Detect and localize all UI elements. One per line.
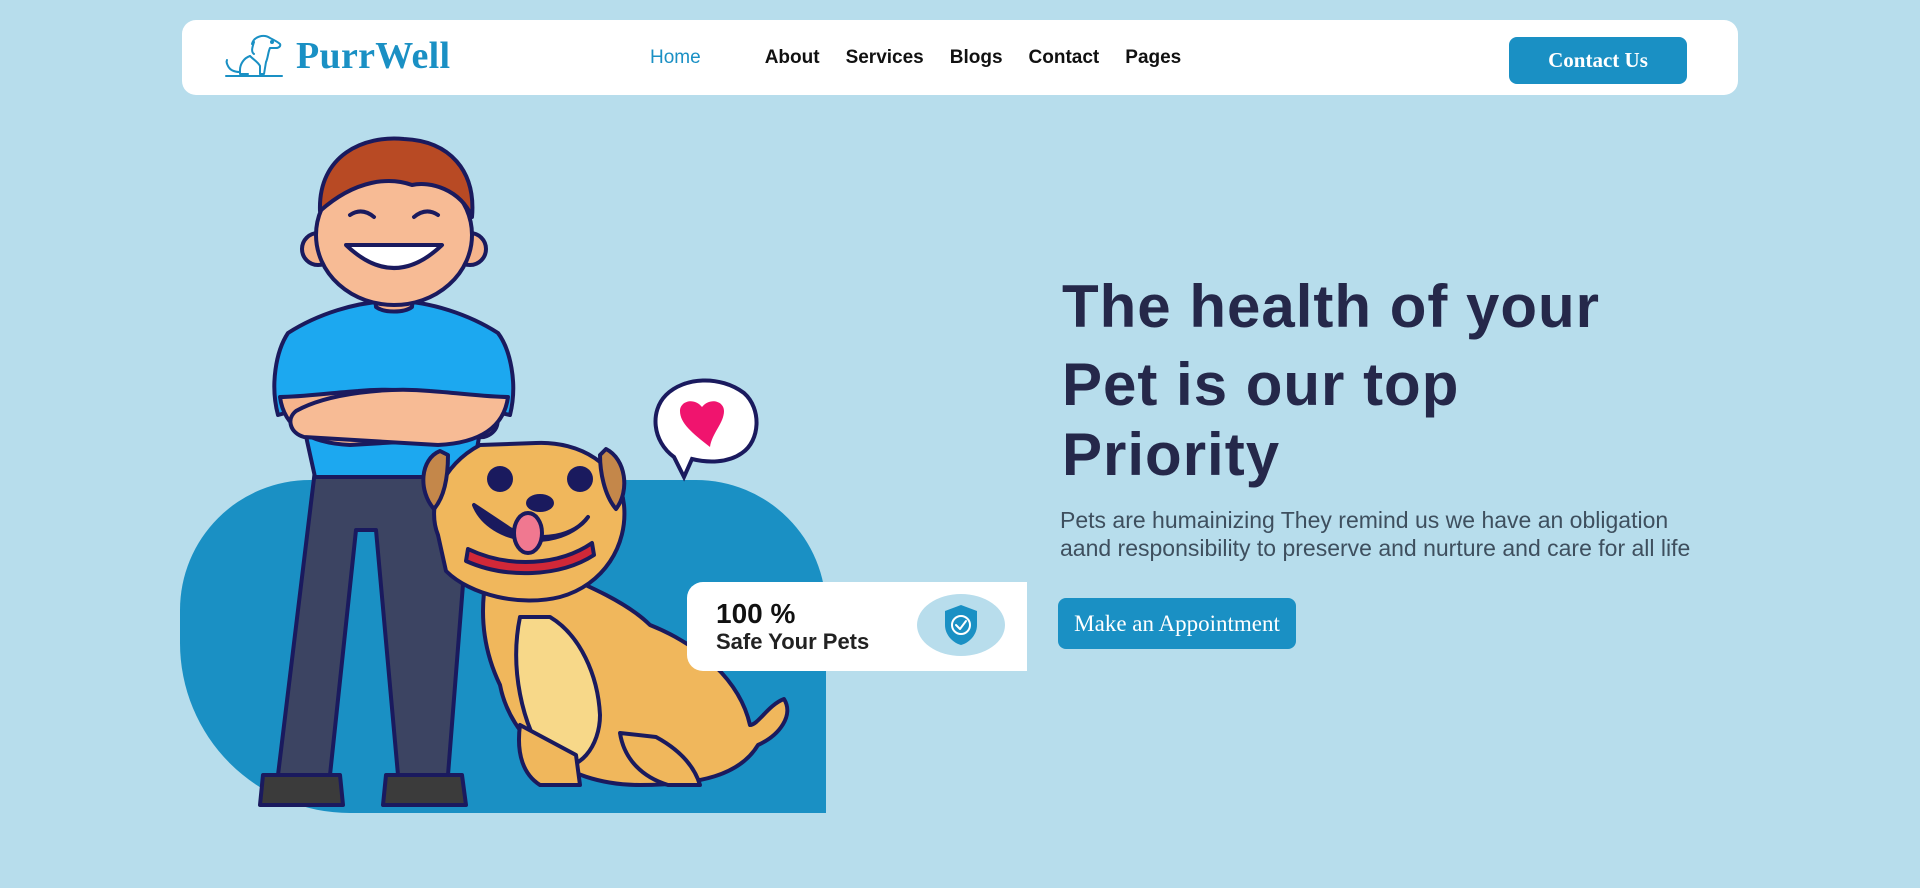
contact-us-button[interactable]: Contact Us bbox=[1509, 37, 1687, 84]
hero-subtext: Pets are humainizing They remind us we h… bbox=[1060, 507, 1691, 561]
safe-pets-card: 100 % Safe Your Pets bbox=[687, 582, 1027, 671]
shield-badge bbox=[917, 594, 1005, 656]
safe-label: Safe Your Pets bbox=[716, 629, 870, 654]
nav-link-contact[interactable]: Contact bbox=[1029, 47, 1100, 69]
brand-name: PurrWell bbox=[296, 35, 451, 77]
nav-link-blogs[interactable]: Blogs bbox=[950, 47, 1003, 69]
headline-line: The health of your bbox=[1062, 273, 1601, 340]
logo[interactable]: PurrWell bbox=[224, 32, 450, 80]
headline-line: Pet is our top bbox=[1062, 351, 1460, 418]
shield-check-icon bbox=[945, 605, 977, 645]
hero-headline: The health of your Pet is our top Priori… bbox=[1062, 268, 1622, 494]
dog-outline-icon bbox=[225, 35, 283, 77]
make-appointment-button[interactable]: Make an Appointment bbox=[1058, 598, 1296, 649]
heart-speech-bubble-icon bbox=[653, 378, 759, 482]
nav-link-home[interactable]: Home bbox=[650, 47, 701, 69]
safe-percent: 100 % bbox=[716, 598, 796, 629]
navbar: PurrWell Home About Services Blogs Conta… bbox=[182, 20, 1738, 95]
hero-illustration: 100 % Safe Your Pets bbox=[180, 125, 1040, 825]
boy-with-dog-illustration bbox=[258, 136, 790, 807]
nav-link-services[interactable]: Services bbox=[846, 47, 924, 69]
nav-link-about[interactable]: About bbox=[765, 47, 820, 69]
main-nav: Home About Services Blogs Contact Pages bbox=[650, 20, 1207, 95]
headline-line: Priority bbox=[1062, 421, 1281, 488]
nav-link-pages[interactable]: Pages bbox=[1125, 47, 1181, 69]
